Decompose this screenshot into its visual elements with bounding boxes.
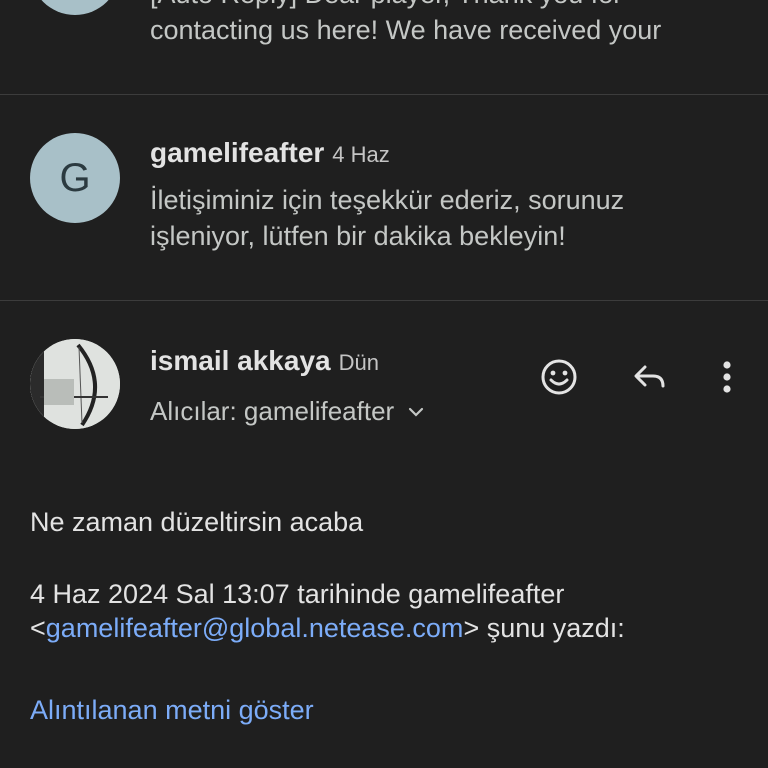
avatar [30,0,120,15]
archery-photo-icon [30,339,120,429]
more-vert-icon[interactable] [703,353,751,401]
avatar-photo [30,339,120,429]
chevron-down-icon [408,393,424,424]
quote-header-line1: 4 Haz 2024 Sal 13:07 tarihinde gamelifea… [30,579,565,609]
divider [0,300,768,301]
thread-item-gamelifeafter[interactable]: G gamelifeafter 4 Haz İletişiminiz için t… [0,95,768,300]
recipients-toggle[interactable]: Alıcılar: gamelifeafter [150,396,424,427]
message-body: Ne zaman düzeltirsin acaba [30,507,364,537]
thread-item-auto-reply[interactable]: [Auto Reply] Dear player, Thank you for … [0,0,768,94]
quote-header: 4 Haz 2024 Sal 13:07 tarihinde gamelifea… [30,577,625,645]
recipients-label: Alıcılar: gamelifeafter [150,396,395,426]
sender-name: ismail akkaya Dün [150,345,379,376]
email-link[interactable]: gamelifeafter@global.netease.com [46,613,464,643]
avatar: G [30,133,120,223]
avatar-letter: G [59,155,91,200]
message-date: Dün [338,350,379,375]
reply-icon[interactable] [625,353,673,401]
emoji-icon[interactable] [535,353,583,401]
show-quoted-text-link[interactable]: Alıntılanan metni göster [30,693,314,727]
message-date: 4 Haz [332,142,390,167]
quote-header-line2: <gamelifeafter@global.netease.com> şunu … [30,613,625,643]
sender-name: gamelifeafter 4 Haz [150,137,390,168]
message-snippet: [Auto Reply] Dear player, Thank you for … [150,0,662,45]
message-snippet: İletişiminiz için teşekkür ederiz, sorun… [150,185,625,251]
